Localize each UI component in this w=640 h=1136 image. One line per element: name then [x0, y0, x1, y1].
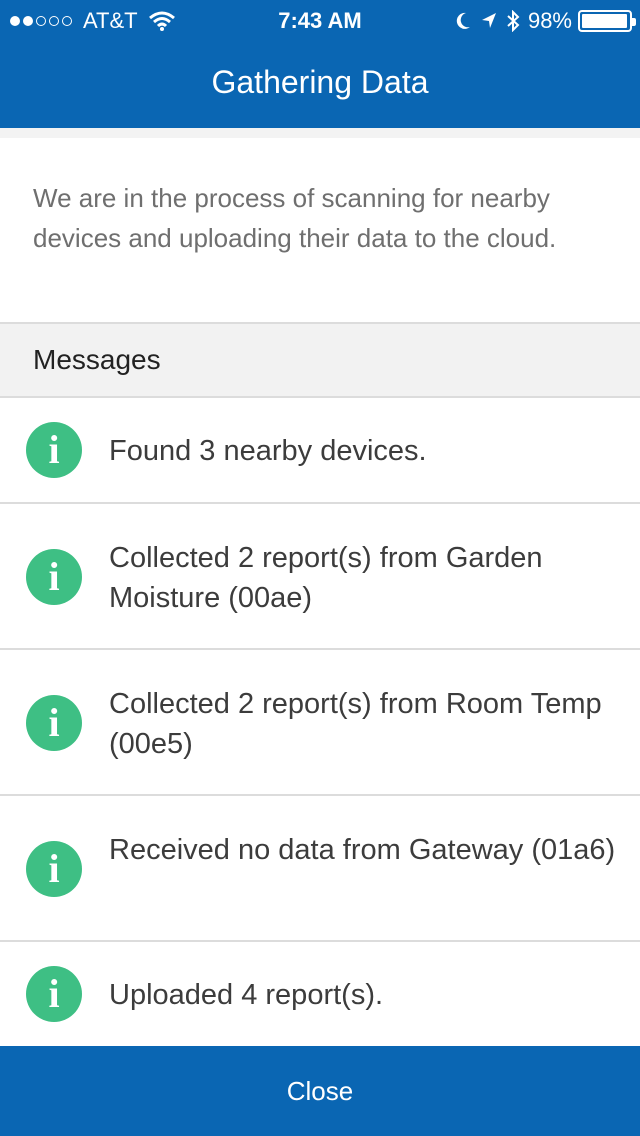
- list-item: i Collected 2 report(s) from Garden Mois…: [0, 504, 640, 650]
- list-item: i Collected 2 report(s) from Room Temp (…: [0, 650, 640, 796]
- moon-icon: [456, 12, 470, 29]
- info-icon: i: [26, 695, 82, 751]
- info-icon: i: [26, 549, 82, 605]
- intro-panel: We are in the process of scanning for ne…: [0, 128, 640, 324]
- bluetooth-icon: [507, 10, 520, 32]
- status-right: 98%: [454, 8, 636, 34]
- intro-text: We are in the process of scanning for ne…: [33, 183, 557, 253]
- list-item: i Found 3 nearby devices.: [0, 398, 640, 504]
- list-item: i Uploaded 4 report(s).: [0, 942, 640, 1048]
- battery-cap: [632, 18, 636, 26]
- messages-section-header: Messages: [0, 324, 640, 398]
- page-title: Gathering Data: [211, 64, 429, 100]
- status-bar: AT&T 7:43 AM 98%: [0, 0, 640, 40]
- message-text: Uploaded 4 report(s).: [109, 979, 384, 1011]
- close-button[interactable]: Close: [0, 1046, 640, 1136]
- messages-list: i Found 3 nearby devices. i Collected 2 …: [0, 398, 640, 1048]
- message-text: Found 3 nearby devices.: [109, 435, 427, 467]
- info-icon: i: [26, 841, 82, 897]
- battery-icon: [578, 10, 636, 32]
- battery-level: [582, 14, 628, 28]
- message-text: Received no data from Gateway (01a6): [109, 834, 616, 866]
- message-text: Collected 2 report(s) from Garden Moistu…: [109, 542, 543, 614]
- list-item: i Received no data from Gateway (01a6): [0, 796, 640, 942]
- app-header: AT&T 7:43 AM 98% Gathering Data: [0, 0, 640, 128]
- battery-percent: 98%: [527, 8, 572, 33]
- messages-section-title: Messages: [33, 344, 161, 375]
- info-icon: i: [26, 422, 82, 478]
- location-arrow-icon: [481, 13, 496, 28]
- message-text: Collected 2 report(s) from Room Temp (00…: [109, 688, 602, 760]
- info-icon: i: [26, 966, 82, 1022]
